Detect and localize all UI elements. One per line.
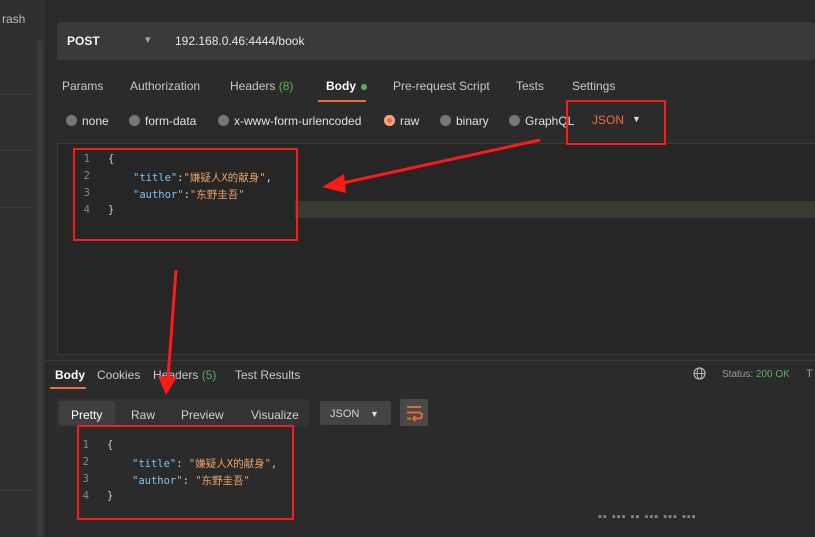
annotation-arrow bbox=[166, 269, 178, 379]
annotation-arrowhead bbox=[158, 376, 177, 395]
watermark: ▪▪ ▪▪▪ ▪▪ ▪▪▪ ▪▪▪ ▪▪▪ bbox=[598, 511, 697, 523]
annotation-arrow bbox=[337, 138, 541, 186]
annotation-arrowhead bbox=[322, 174, 346, 193]
annotation-arrows bbox=[158, 138, 541, 395]
